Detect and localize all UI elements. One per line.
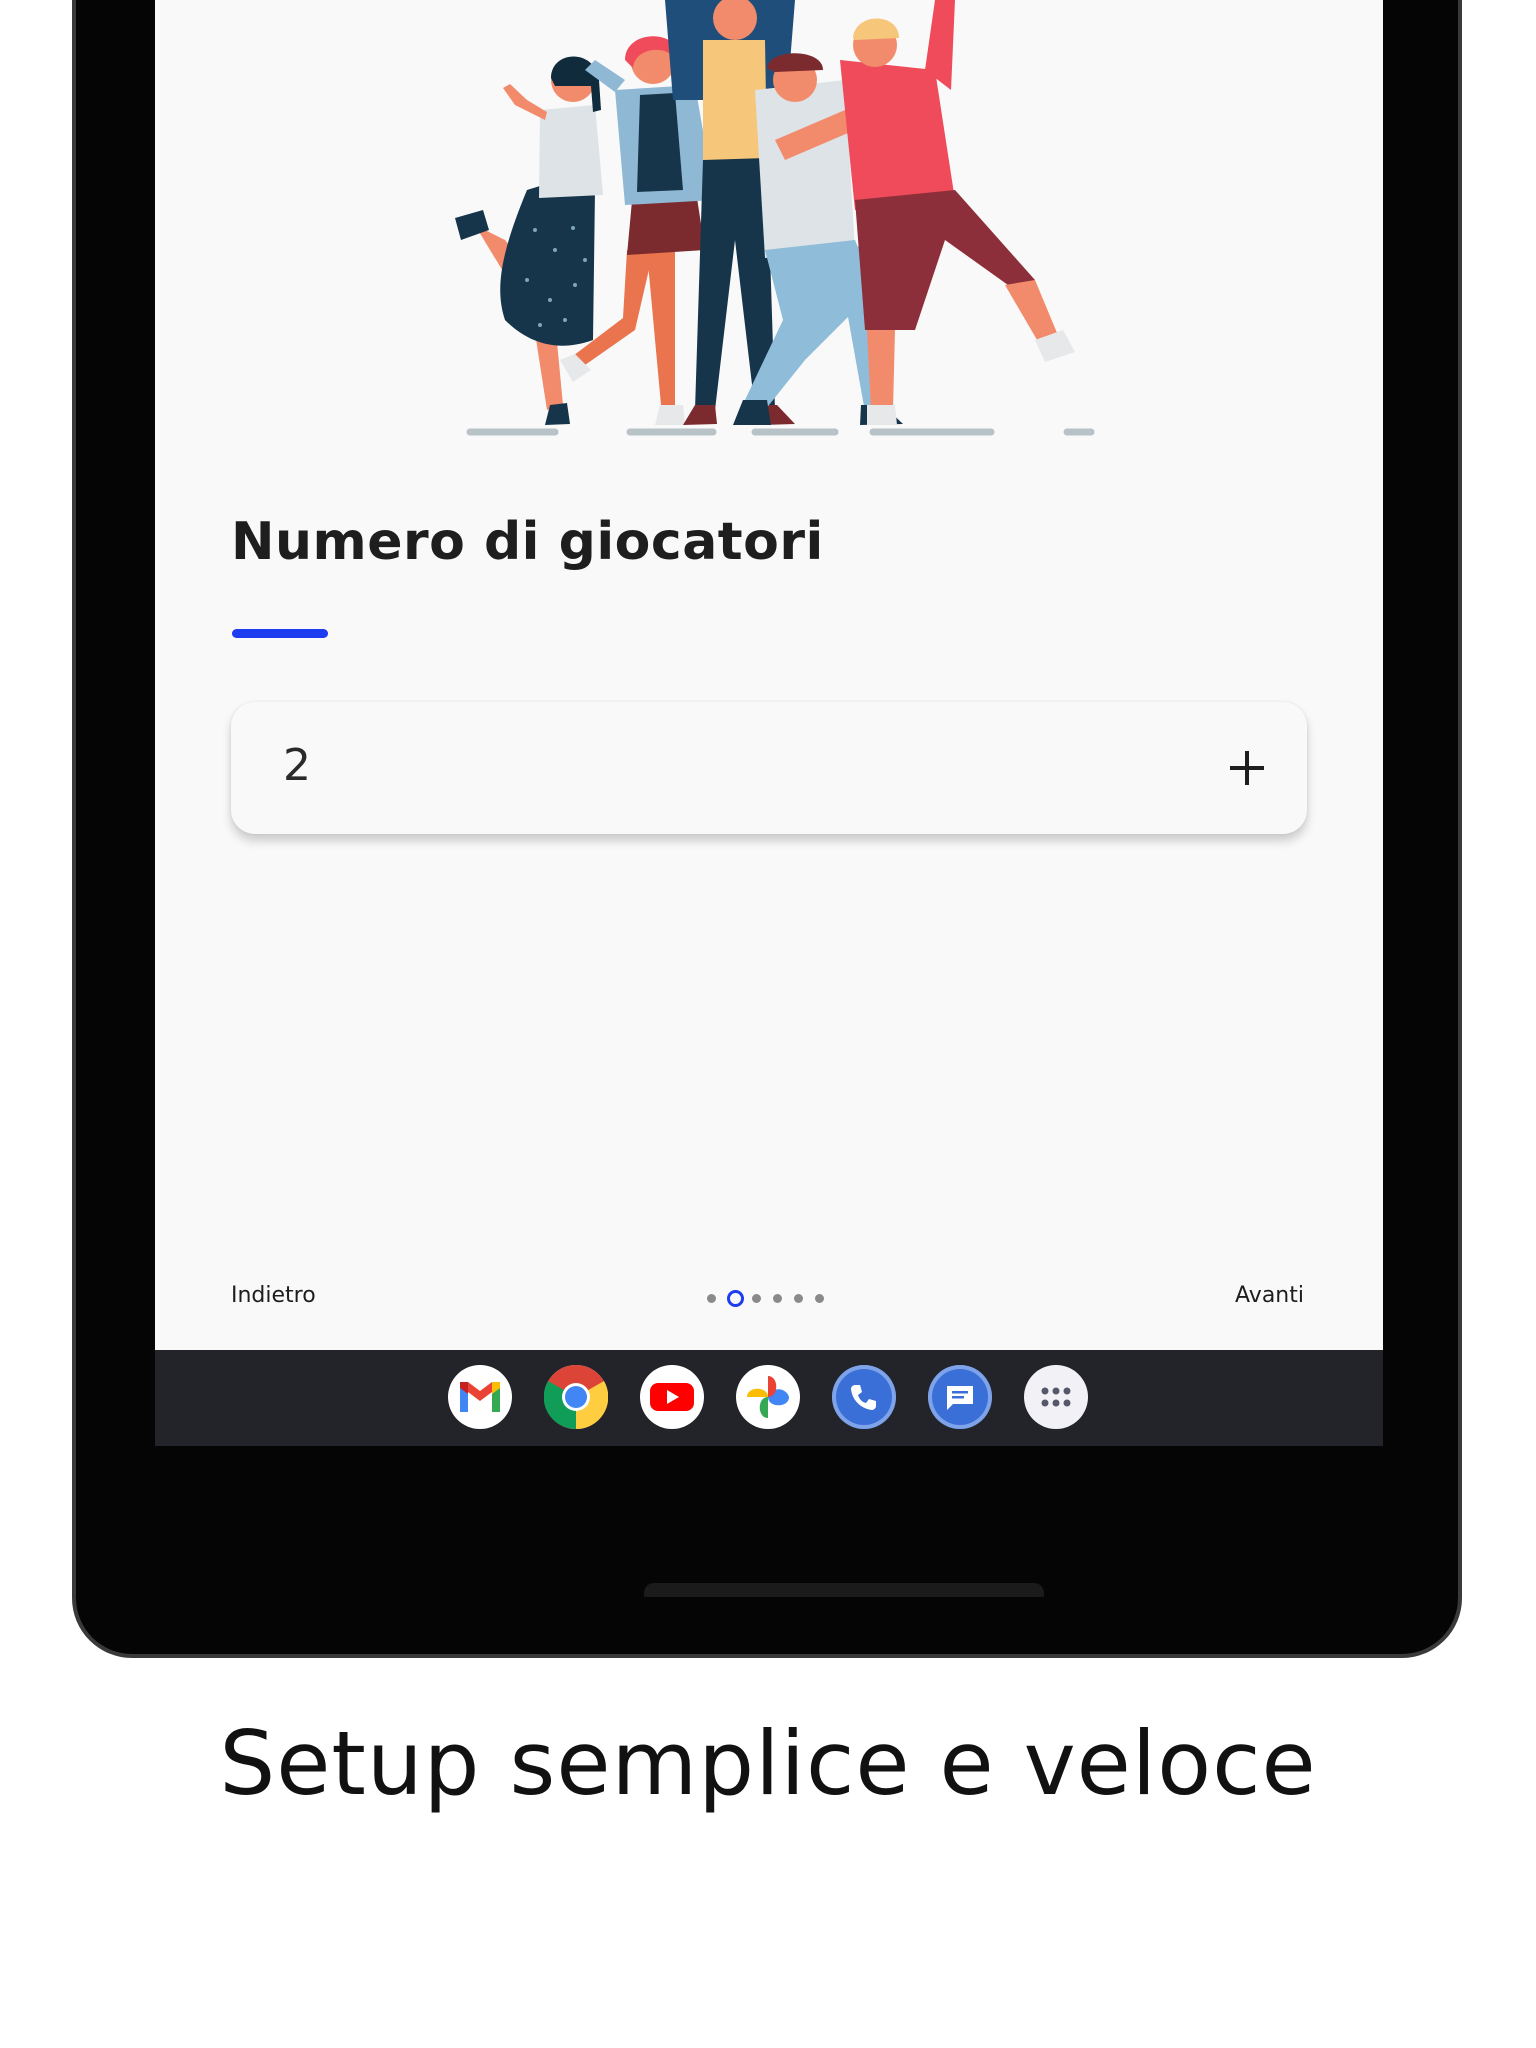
photos-app-button[interactable] [736, 1365, 800, 1429]
page-dot [815, 1294, 824, 1303]
back-button[interactable]: Indietro [231, 1283, 316, 1308]
friends-group-illustration [455, 0, 1095, 436]
chrome-icon [544, 1365, 608, 1429]
title-accent-underline [232, 629, 328, 638]
app-screen: Numero di giocatori 2 Indietro Avanti [155, 0, 1383, 1350]
phone-icon [851, 1385, 876, 1410]
page-dot [773, 1294, 782, 1303]
add-player-button[interactable] [1215, 736, 1279, 800]
page-dot [752, 1294, 761, 1303]
phone-app-button[interactable] [832, 1365, 896, 1429]
page-dot-active [727, 1290, 744, 1307]
app-drawer-icon [1041, 1387, 1071, 1407]
plus-icon [1230, 751, 1264, 785]
youtube-icon [650, 1383, 694, 1411]
gmail-app-button[interactable] [448, 1365, 512, 1429]
android-taskbar [155, 1350, 1383, 1446]
player-count-value: 2 [283, 740, 311, 791]
page-title: Numero di giocatori [231, 512, 824, 572]
youtube-app-button[interactable] [640, 1365, 704, 1429]
player-count-stepper: 2 [231, 702, 1307, 834]
messages-icon [947, 1386, 973, 1410]
page-dot [707, 1294, 716, 1303]
photos-icon [747, 1376, 789, 1418]
page-dot [794, 1294, 803, 1303]
app-drawer-button[interactable] [1024, 1365, 1088, 1429]
gmail-icon [460, 1382, 500, 1412]
chrome-app-button[interactable] [544, 1365, 608, 1429]
next-button[interactable]: Avanti [1235, 1283, 1304, 1308]
promo-caption: Setup semplice e veloce [219, 1712, 1317, 1815]
messages-app-button[interactable] [928, 1365, 992, 1429]
tablet-bottom-edge [644, 1583, 1044, 1597]
page-indicator [707, 1288, 847, 1310]
